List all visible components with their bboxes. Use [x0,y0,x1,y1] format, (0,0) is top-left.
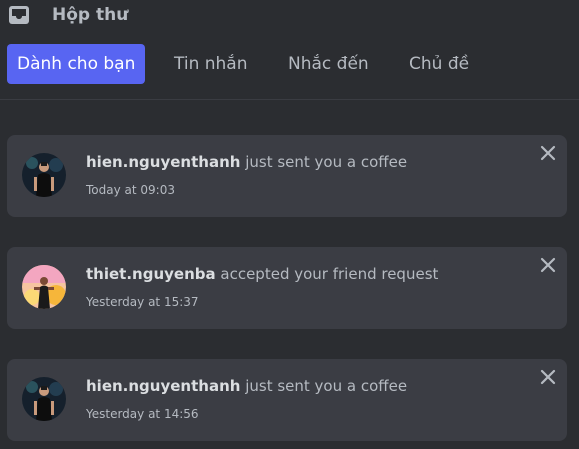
notification-text: hien.nguyenthanh just sent you a coffee [86,376,407,396]
tab-for-you[interactable]: Dành cho bạn [7,44,146,84]
notification-text: thiet.nguyenba accepted your friend requ… [86,264,438,284]
notification-card[interactable]: hien.nguyenthanh just sent you a coffee … [7,359,567,441]
inbox-tabs: Dành cho bạn Tin nhắn Nhắc đến Chủ đề [0,44,579,84]
notification-timestamp: Today at 09:03 [86,183,175,197]
tabs-divider [0,99,579,100]
close-icon[interactable] [539,368,557,386]
avatar[interactable] [22,377,66,421]
inbox-icon [9,6,29,24]
close-icon[interactable] [539,256,557,274]
close-icon[interactable] [539,144,557,162]
notification-username[interactable]: thiet.nguyenba [86,265,216,283]
user-avatar-image [22,265,66,309]
notification-username[interactable]: hien.nguyenthanh [86,377,240,395]
tab-mentions[interactable]: Nhắc đến [288,44,369,84]
inbox-title: Hộp thư [52,5,129,25]
user-avatar-image [22,377,66,421]
avatar[interactable] [22,153,66,197]
notification-action: just sent you a coffee [240,153,408,171]
notification-action: just sent you a coffee [240,377,408,395]
notification-card[interactable]: hien.nguyenthanh just sent you a coffee … [7,135,567,217]
notification-timestamp: Yesterday at 14:56 [86,407,199,421]
avatar[interactable] [22,265,66,309]
notification-username[interactable]: hien.nguyenthanh [86,153,240,171]
tab-messages[interactable]: Tin nhắn [174,44,248,84]
notification-text: hien.nguyenthanh just sent you a coffee [86,152,407,172]
notification-card[interactable]: thiet.nguyenba accepted your friend requ… [7,247,567,329]
tab-topics[interactable]: Chủ đề [409,44,469,84]
inbox-header: Hộp thư [0,0,579,34]
user-avatar-image [22,153,66,197]
notification-timestamp: Yesterday at 15:37 [86,295,199,309]
notification-action: accepted your friend request [215,265,439,283]
